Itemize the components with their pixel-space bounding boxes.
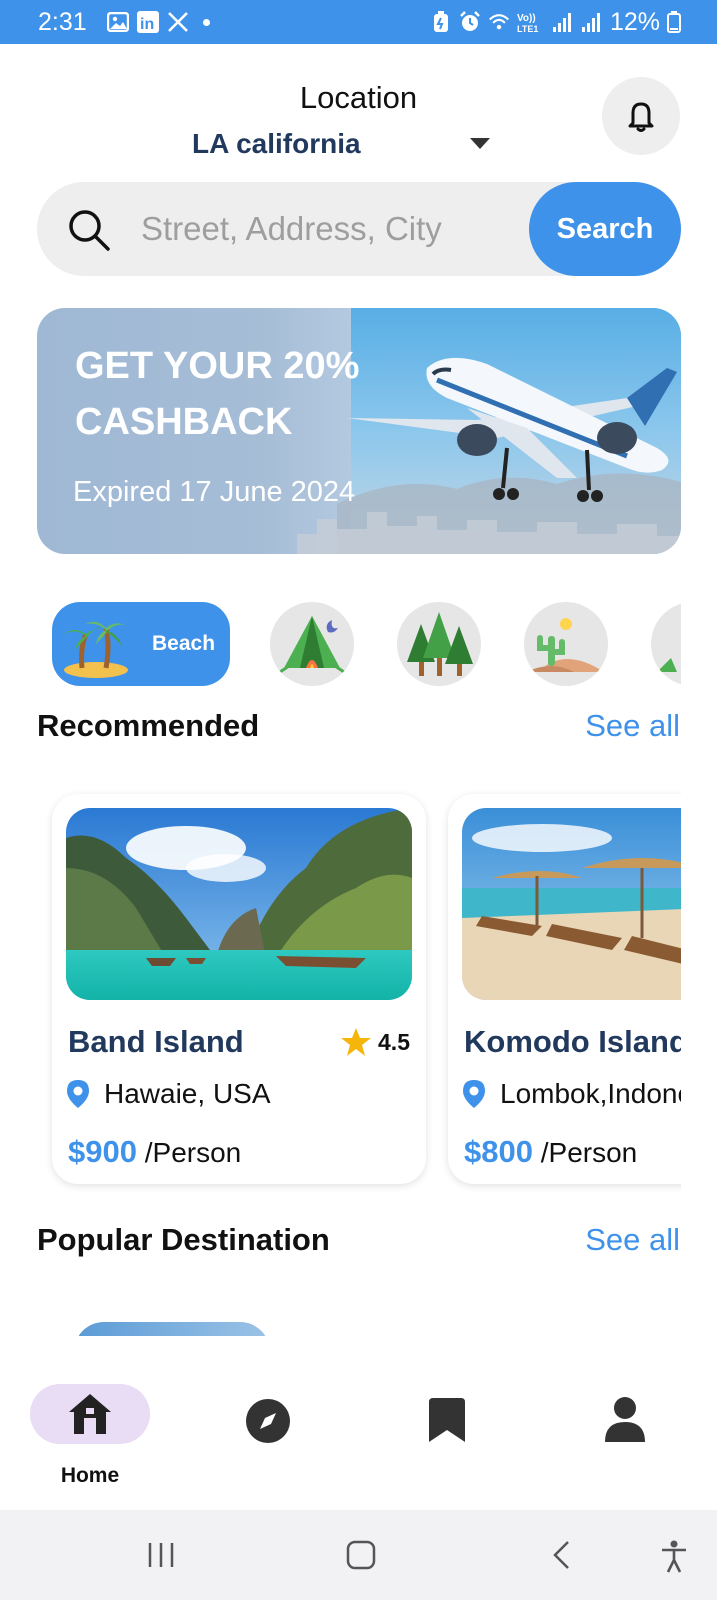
destination-location: Lombok,Indonesia	[462, 1078, 681, 1110]
home-button-icon[interactable]	[346, 1540, 376, 1570]
svg-text:Vo)): Vo))	[517, 13, 536, 24]
category-label: Beach	[152, 632, 216, 655]
bookmark-icon	[429, 1398, 465, 1442]
gallery-icon	[106, 11, 129, 33]
popular-see-all-link[interactable]: See all	[585, 1222, 680, 1258]
svg-text:in: in	[140, 16, 154, 33]
home-icon	[69, 1394, 111, 1434]
nav-profile[interactable]	[604, 1396, 646, 1444]
location-text: Hawaie, USA	[104, 1078, 271, 1109]
destination-card[interactable]: Komodo Island Lombok,Indonesia $800 /Per…	[448, 794, 681, 1184]
alarm-icon	[459, 11, 481, 33]
category-more[interactable]	[651, 602, 681, 686]
profile-icon	[605, 1397, 645, 1442]
x-icon	[167, 11, 189, 33]
signal-icon	[581, 11, 603, 33]
recommended-list: Band Island 4.5 Hawaie, USA $900 /Person	[37, 786, 681, 1196]
search-button[interactable]: Search	[529, 182, 681, 276]
banner-subtitle: Expired 17 June 2024	[73, 476, 356, 508]
destination-image	[462, 808, 681, 1000]
search-input[interactable]	[141, 204, 521, 254]
dot-icon	[202, 18, 210, 26]
price-amount: $800	[464, 1134, 533, 1169]
search-bar: Search	[37, 182, 681, 276]
destination-image	[66, 808, 412, 1000]
recommended-title: Recommended	[37, 708, 260, 743]
nav-home[interactable]: Home	[30, 1384, 150, 1488]
rating-value: 4.5	[378, 1028, 410, 1055]
category-list: Beach	[52, 602, 681, 688]
camping-tent-icon	[270, 602, 354, 686]
popular-card-edge[interactable]	[74, 1322, 270, 1336]
destination-price: $800 /Person	[464, 1134, 637, 1170]
linkedin-icon: in	[136, 11, 159, 33]
destination-name: Band Island	[68, 1024, 244, 1059]
destination-location: Hawaie, USA	[66, 1078, 271, 1110]
forest-icon	[397, 602, 481, 686]
status-time: 2:31	[38, 7, 87, 36]
back-icon[interactable]	[550, 1540, 574, 1570]
location-pin-icon	[463, 1080, 485, 1108]
location-text: Lombok,Indonesia	[500, 1078, 681, 1109]
battery-percent: 12%	[609, 7, 660, 36]
price-amount: $900	[68, 1134, 137, 1169]
bottom-navigation: Home	[0, 1336, 717, 1512]
price-unit: /Person	[540, 1137, 638, 1168]
svg-text:LTE1: LTE1	[517, 24, 538, 33]
rating: 4.5	[340, 1026, 410, 1058]
bell-icon	[628, 102, 654, 132]
nav-label-home: Home	[60, 1464, 120, 1487]
category-beach[interactable]: Beach	[52, 602, 230, 686]
desert-cactus-icon	[524, 602, 608, 686]
palm-island-icon	[64, 621, 128, 678]
destination-card[interactable]: Band Island 4.5 Hawaie, USA $900 /Person	[52, 794, 426, 1184]
nav-saved[interactable]	[425, 1396, 469, 1444]
promo-banner[interactable]: GET YOUR 20% CASHBACK Expired 17 June 20…	[37, 308, 681, 554]
recommended-see-all-link[interactable]: See all	[585, 708, 680, 744]
battery-saver-icon	[430, 11, 452, 33]
battery-icon	[667, 11, 681, 33]
nav-active-indicator	[30, 1384, 150, 1444]
notification-button[interactable]	[602, 77, 680, 155]
star-icon	[341, 1028, 372, 1056]
mountain-icon	[651, 603, 681, 685]
signal-icon	[552, 11, 574, 33]
compass-icon	[246, 1399, 290, 1443]
status-bar: 2:31 in Vo)) LTE1 12%	[0, 0, 717, 44]
app-screen: 2:31 in Vo)) LTE1 12% Location LA califo…	[0, 0, 717, 1600]
volte-icon: Vo)) LTE1	[517, 11, 545, 33]
popular-title: Popular Destination	[37, 1222, 330, 1257]
accessibility-icon[interactable]	[660, 1540, 688, 1574]
destination-name: Komodo Island	[464, 1024, 681, 1059]
wifi-icon	[488, 11, 510, 33]
banner-title: GET YOUR 20% CASHBACK	[75, 345, 360, 443]
category-desert[interactable]	[524, 602, 608, 686]
category-camping[interactable]	[270, 602, 354, 686]
chevron-down-icon[interactable]	[470, 138, 490, 149]
location-selector[interactable]: LA california	[192, 128, 361, 160]
price-unit: /Person	[144, 1137, 242, 1168]
category-forest[interactable]	[397, 602, 481, 686]
popular-list	[52, 1316, 648, 1336]
recent-apps-icon[interactable]	[146, 1540, 176, 1570]
location-pin-icon	[67, 1080, 89, 1108]
system-navigation-bar	[0, 1510, 717, 1600]
destination-price: $900 /Person	[68, 1134, 241, 1170]
nav-explore[interactable]	[245, 1398, 291, 1444]
search-icon	[69, 210, 110, 251]
